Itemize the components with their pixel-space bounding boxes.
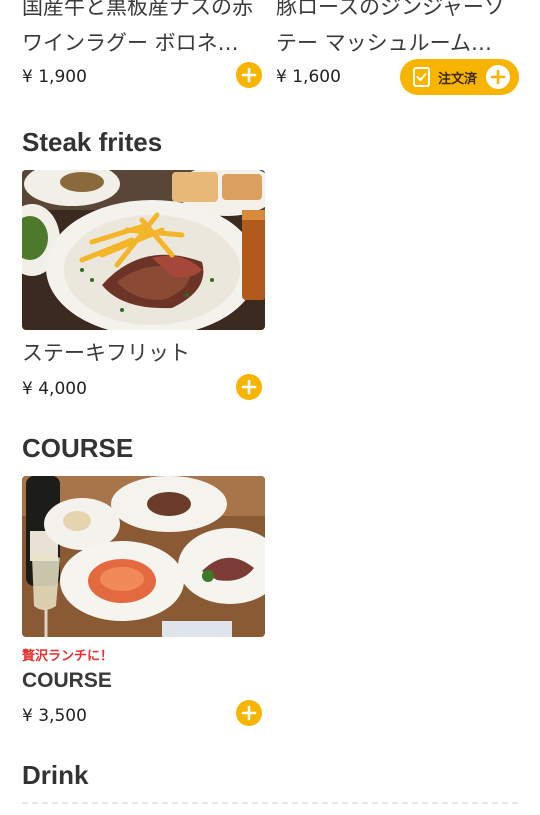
item-name-line1: 国産牛と黒板産ナスの赤 (22, 0, 253, 19)
add-item-button[interactable] (236, 62, 262, 88)
item-name-line2: テー マッシュルーム… (276, 31, 493, 55)
plus-icon (241, 379, 257, 395)
section-title-course: COURSE (22, 433, 134, 463)
steak-frites-photo[interactable] (22, 170, 265, 330)
promo-badge: 贅沢ランチに！ (22, 649, 114, 664)
add-item-button[interactable] (236, 700, 262, 726)
checked-document-icon (413, 67, 430, 87)
plus-icon (241, 705, 257, 721)
plus-icon (485, 64, 511, 90)
item-name-line1: 豚ロースのジンジャーソ (276, 0, 505, 19)
course-photo[interactable] (22, 476, 265, 637)
ordered-add-button[interactable]: 注文済 (400, 59, 519, 95)
add-item-button[interactable] (236, 374, 262, 400)
plus-icon (241, 67, 257, 83)
item-price: ¥ 4,000 (22, 379, 87, 399)
item-price: ¥ 1,900 (22, 67, 87, 87)
section-title-drink: Drink (22, 760, 89, 790)
section-divider (22, 802, 518, 804)
item-name: ステーキフリット (22, 341, 190, 365)
ordered-label: 注文済 (438, 71, 478, 87)
item-price: ¥ 1,600 (276, 67, 341, 87)
item-name: COURSE (22, 669, 112, 692)
section-title-steak: Steak frites (22, 127, 163, 157)
item-name-line2: ワインラグー ボロネ… (22, 31, 239, 55)
item-price: ¥ 3,500 (22, 706, 87, 726)
